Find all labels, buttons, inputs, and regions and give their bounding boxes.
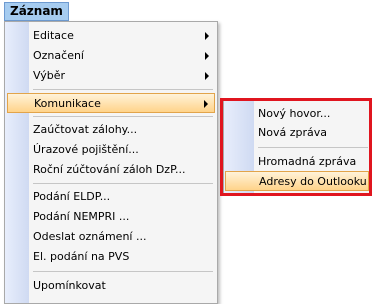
- submenu-arrow-icon: [205, 52, 209, 60]
- menu-item-rocni-zuctovani[interactable]: Roční zúčtování záloh DzP...: [7, 160, 215, 180]
- highlight-annotation-frame: [220, 98, 372, 196]
- menu-item-label: Zaúčtovat zálohy...: [33, 123, 138, 136]
- submenu-arrow-icon: [205, 32, 209, 40]
- menu-item-label: Výběr: [33, 69, 66, 82]
- zaznam-dropdown-menu: Editace Označení Výběr Komunikace Zaúčto…: [4, 21, 218, 304]
- menu-item-zauctovat-zalohy[interactable]: Zaúčtovat zálohy...: [7, 120, 215, 140]
- menu-item-komunikace[interactable]: Komunikace: [7, 93, 215, 113]
- menu-item-oznaceni[interactable]: Označení: [7, 46, 215, 66]
- menu-separator: [33, 116, 213, 117]
- menu-item-urazove-pojisteni[interactable]: Úrazové pojištění...: [7, 140, 215, 160]
- menu-item-label: Editace: [33, 29, 74, 42]
- menu-separator: [33, 271, 213, 272]
- menu-item-podani-nempri[interactable]: Podání NEMPRI ...: [7, 207, 215, 227]
- menu-item-label: Podání ELDP...: [33, 190, 111, 203]
- menu-separator: [33, 89, 213, 90]
- menu-item-upominkovat[interactable]: Upomínkovat: [7, 276, 215, 296]
- menu-item-label: El. podání na PVS: [33, 250, 130, 263]
- menu-item-vyber[interactable]: Výběr: [7, 66, 215, 86]
- menu-zaznam[interactable]: Záznam: [4, 2, 69, 21]
- menu-item-el-podani-pvs[interactable]: El. podání na PVS: [7, 247, 215, 267]
- menu-item-label: Odeslat oznámení ...: [33, 230, 147, 243]
- menu-item-podani-eldp[interactable]: Podání ELDP...: [7, 187, 215, 207]
- menu-item-label: Označení: [33, 49, 84, 62]
- screen: Záznam Editace Označení Výběr Komunikace…: [0, 0, 374, 304]
- menu-item-label: Roční zúčtování záloh DzP...: [33, 163, 186, 176]
- menu-bar: Záznam: [0, 0, 374, 23]
- menu-item-label: Podání NEMPRI ...: [33, 210, 130, 223]
- submenu-arrow-icon: [204, 100, 208, 108]
- menu-item-editace[interactable]: Editace: [7, 26, 215, 46]
- submenu-arrow-icon: [205, 72, 209, 80]
- menu-item-label: Upomínkovat: [33, 279, 106, 292]
- menu-item-odeslat-oznameni[interactable]: Odeslat oznámení ...: [7, 227, 215, 247]
- menu-separator: [33, 183, 213, 184]
- menu-item-label: Komunikace: [34, 97, 101, 110]
- menu-item-label: Úrazové pojištění...: [33, 143, 139, 156]
